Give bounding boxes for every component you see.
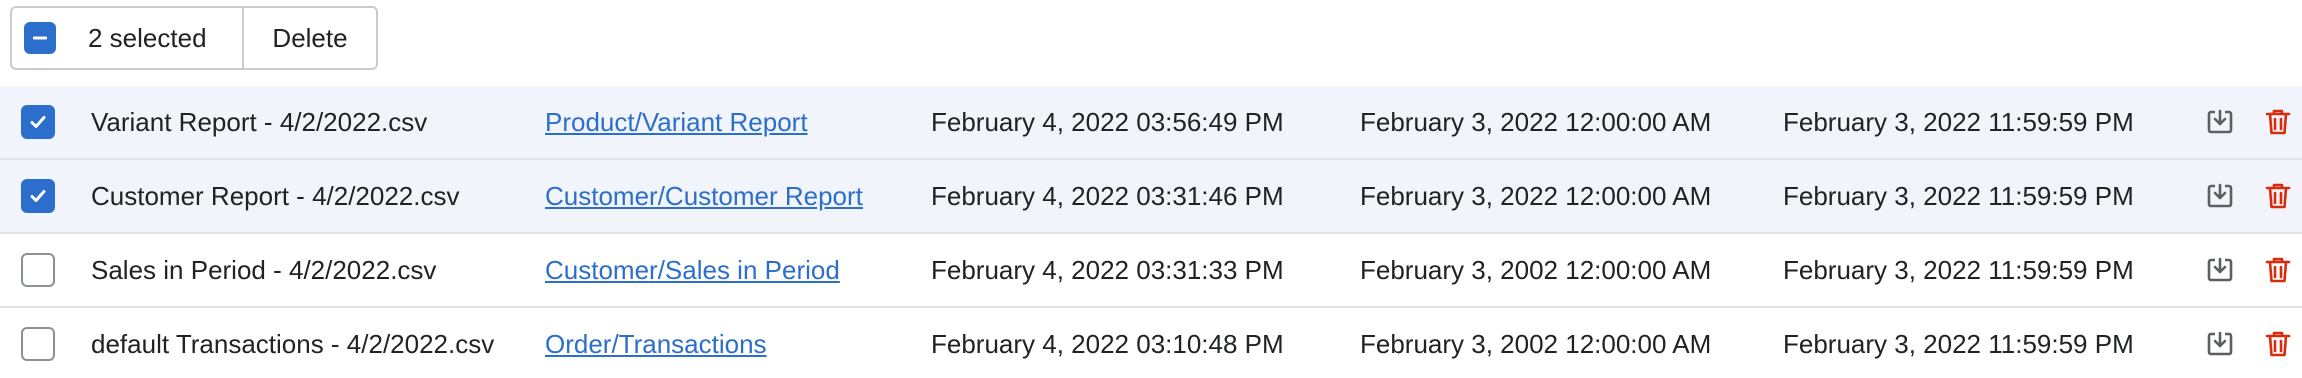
minus-icon[interactable] (24, 22, 56, 54)
report-type-link[interactable]: Customer/Customer Report (545, 181, 863, 212)
period-start: February 3, 2002 12:00:00 AM (1360, 328, 1712, 359)
download-icon[interactable] (2206, 308, 2236, 378)
checkbox-empty (21, 327, 55, 361)
period-end: February 3, 2022 11:59:59 PM (1783, 328, 2134, 359)
checkmark-icon (21, 179, 55, 213)
report-file-name: Sales in Period - 4/2/2022.csv (91, 254, 437, 285)
created-at: February 4, 2022 03:56:49 PM (931, 106, 1284, 137)
created-at: February 4, 2022 03:10:48 PM (931, 328, 1284, 359)
period-end: February 3, 2022 11:59:59 PM (1783, 106, 2134, 137)
selected-count-label: 2 selected (88, 22, 207, 53)
report-type-link[interactable]: Customer/Sales in Period (545, 255, 840, 286)
period-end: February 3, 2022 11:59:59 PM (1783, 254, 2134, 285)
bulk-delete-button[interactable]: Delete (242, 6, 378, 70)
created-at: February 4, 2022 03:31:46 PM (931, 180, 1284, 211)
row-checkbox[interactable] (21, 160, 57, 232)
table-row: default Transactions - 4/2/2022.csv Orde… (0, 308, 2302, 378)
row-checkbox[interactable] (21, 234, 57, 306)
download-icon[interactable] (2206, 234, 2236, 306)
download-icon[interactable] (2206, 86, 2236, 158)
period-start: February 3, 2022 12:00:00 AM (1360, 180, 1712, 211)
period-start: February 3, 2022 12:00:00 AM (1360, 106, 1712, 137)
table-row: Variant Report - 4/2/2022.csv Product/Va… (0, 86, 2302, 160)
table-row: Sales in Period - 4/2/2022.csv Customer/… (0, 234, 2302, 308)
table-row: Customer Report - 4/2/2022.csv Customer/… (0, 160, 2302, 234)
trash-icon[interactable] (2264, 160, 2294, 232)
download-icon[interactable] (2206, 160, 2236, 232)
report-file-name: Variant Report - 4/2/2022.csv (91, 106, 428, 137)
report-type-link[interactable]: Order/Transactions (545, 329, 767, 360)
created-at: February 4, 2022 03:31:33 PM (931, 254, 1284, 285)
report-type-link[interactable]: Product/Variant Report (545, 107, 808, 138)
bulk-select-toggle[interactable]: 2 selected (10, 6, 244, 70)
bulk-actions-bar: 2 selected Delete (10, 6, 378, 70)
row-checkbox[interactable] (21, 308, 57, 378)
period-end: February 3, 2022 11:59:59 PM (1783, 180, 2134, 211)
reports-table: Variant Report - 4/2/2022.csv Product/Va… (0, 86, 2302, 378)
trash-icon[interactable] (2264, 86, 2294, 158)
report-file-name: Customer Report - 4/2/2022.csv (91, 180, 460, 211)
checkmark-icon (21, 105, 55, 139)
period-start: February 3, 2002 12:00:00 AM (1360, 254, 1712, 285)
checkbox-empty (21, 253, 55, 287)
trash-icon[interactable] (2264, 308, 2294, 378)
report-file-name: default Transactions - 4/2/2022.csv (91, 328, 495, 359)
row-checkbox[interactable] (21, 86, 57, 158)
trash-icon[interactable] (2264, 234, 2294, 306)
